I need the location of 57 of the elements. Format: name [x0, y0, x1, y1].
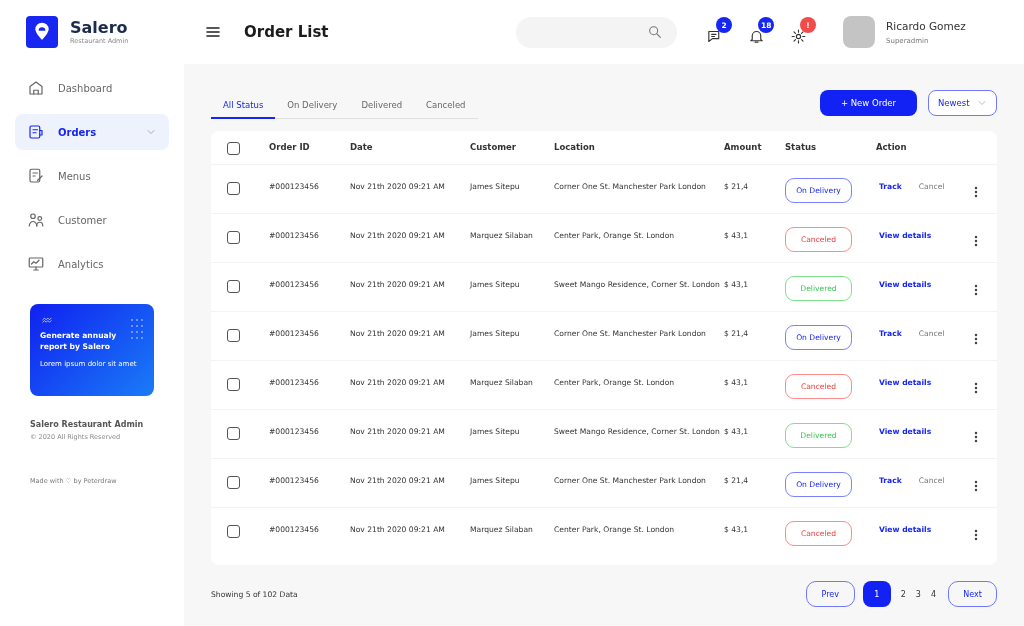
- sidebar-item[interactable]: Customer: [15, 202, 169, 238]
- column-header: Customer: [470, 142, 518, 152]
- row-checkbox[interactable]: [227, 182, 240, 195]
- more-vertical-icon[interactable]: [974, 234, 978, 248]
- bell-icon: [748, 28, 765, 45]
- select-all-checkbox[interactable]: [227, 142, 240, 155]
- page-number[interactable]: 2: [900, 589, 906, 599]
- row-checkbox[interactable]: [227, 378, 240, 391]
- new-order-button[interactable]: + New Order: [820, 90, 917, 116]
- column-header: Status: [785, 142, 818, 152]
- next-button[interactable]: Next: [948, 581, 997, 607]
- page-number[interactable]: 4: [930, 589, 936, 599]
- sidebar-item[interactable]: Analytics: [15, 246, 169, 282]
- column-header: Location: [554, 142, 596, 152]
- column-header: Amount: [724, 142, 763, 152]
- more-vertical-icon[interactable]: [974, 283, 978, 297]
- more-vertical-icon[interactable]: [974, 430, 978, 444]
- clipboard-icon: [27, 123, 45, 141]
- page-title: Order List: [244, 23, 330, 41]
- document-pen-icon: [27, 167, 45, 185]
- row-checkbox[interactable]: [227, 280, 240, 293]
- row-checkbox[interactable]: [227, 427, 240, 440]
- column-header: Action: [876, 142, 908, 152]
- sort-dropdown[interactable]: Newest: [928, 90, 997, 116]
- status-tab[interactable]: Delivered: [349, 95, 415, 118]
- page-number[interactable]: 3: [915, 589, 921, 599]
- sidebar-item[interactable]: Dashboard: [15, 70, 169, 106]
- more-vertical-icon[interactable]: [974, 479, 978, 493]
- footer-title: Salero Restaurant Admin: [30, 420, 145, 429]
- previous-button[interactable]: Prev: [805, 581, 855, 607]
- status-tab[interactable]: Canceled: [414, 95, 478, 118]
- column-header: Order ID: [269, 142, 311, 152]
- user-name: Ricardo Gomez: [886, 19, 966, 32]
- row-checkbox[interactable]: [227, 329, 240, 342]
- dot-grid-icon: [130, 318, 144, 340]
- monitor-chart-icon: [27, 255, 45, 273]
- brand-name: Salero: [70, 19, 129, 37]
- page-number[interactable]: 1: [862, 581, 891, 607]
- column-header: Date: [350, 142, 374, 152]
- row-checkbox[interactable]: [227, 231, 240, 244]
- menu-icon: [205, 24, 221, 40]
- row-checkbox[interactable]: [227, 525, 240, 538]
- row-checkbox[interactable]: [227, 476, 240, 489]
- status-tab[interactable]: On Delivery: [275, 95, 350, 118]
- more-vertical-icon[interactable]: [974, 332, 978, 346]
- logo-icon: [26, 16, 58, 48]
- home-icon: [27, 79, 45, 97]
- more-vertical-icon[interactable]: [974, 381, 978, 395]
- more-vertical-icon[interactable]: [974, 528, 978, 542]
- search-icon: [647, 24, 663, 40]
- more-vertical-icon[interactable]: [974, 185, 978, 199]
- people-icon: [27, 211, 45, 229]
- sidebar-item[interactable]: Menus: [15, 158, 169, 194]
- search-field[interactable]: [516, 16, 677, 48]
- status-tab[interactable]: All Status: [211, 95, 276, 119]
- sidebar-item[interactable]: Orders: [15, 114, 169, 150]
- wave-icon: [40, 316, 54, 326]
